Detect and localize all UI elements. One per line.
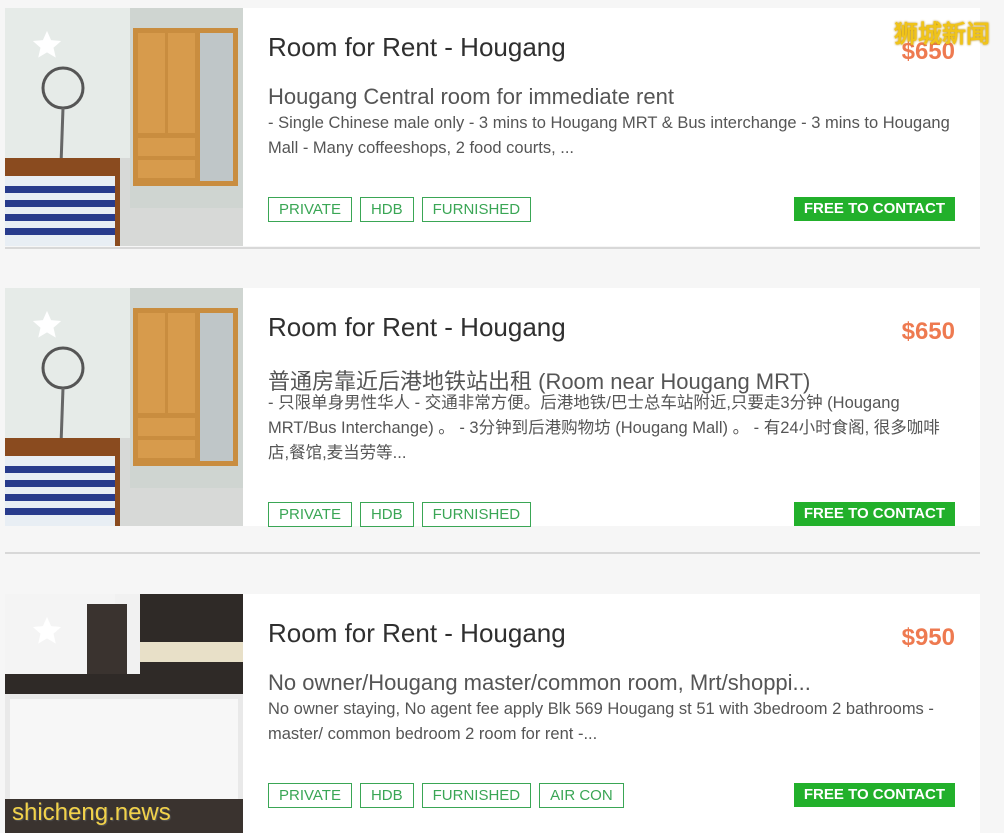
tag-private: PRIVATE [268, 502, 352, 527]
listing-card-2[interactable]: Room for Rent - Hougang $650 普通房靠近后港地铁站出… [5, 288, 980, 527]
tag-private: PRIVATE [268, 783, 352, 808]
listing-tags: PRIVATE HDB FURNISHED AIR CON [268, 783, 624, 808]
tag-furnished: FURNISHED [421, 783, 532, 808]
listing-title[interactable]: Room for Rent - Hougang [268, 312, 566, 343]
tag-hdb: HDB [359, 197, 414, 222]
tag-private: PRIVATE [268, 197, 352, 222]
listing-subtitle: Hougang Central room for immediate rent [268, 84, 674, 109]
listing-photo[interactable] [5, 8, 243, 246]
tag-hdb: HDB [359, 502, 414, 527]
tag-furnished: FURNISHED [421, 197, 532, 222]
tag-hdb: HDB [359, 783, 414, 808]
tag-air-con: AIR CON [539, 783, 624, 808]
listing-description: - Single Chinese male only - 3 mins to H… [268, 114, 950, 157]
listing-tags: PRIVATE HDB FURNISHED [268, 197, 532, 222]
listing-photo[interactable] [5, 594, 243, 833]
watermark-top-right: 狮城新闻 [894, 21, 990, 48]
watermark-bottom-left: shicheng.news [12, 799, 171, 826]
listing-divider [5, 552, 980, 554]
listing-price: $950 [901, 624, 955, 651]
listing-divider [5, 247, 980, 249]
listing-subtitle: No owner/Hougang master/common room, Mrt… [268, 670, 811, 695]
listing-title[interactable]: Room for Rent - Hougang [268, 618, 566, 649]
listing-photo[interactable] [5, 288, 243, 526]
listing-card-3[interactable]: Room for Rent - Hougang $950 No owner/Ho… [5, 594, 980, 833]
listing-description: No owner staying, No agent fee apply Blk… [268, 700, 934, 743]
free-to-contact-button[interactable]: FREE TO CONTACT [793, 783, 955, 807]
star-icon[interactable] [30, 28, 64, 62]
free-to-contact-button[interactable]: FREE TO CONTACT [793, 197, 955, 221]
star-icon[interactable] [30, 614, 64, 648]
tag-furnished: FURNISHED [421, 502, 532, 527]
listing-description: - 只限单身男性华人 - 交通非常方便。后港地铁/巴士总车站附近,只要走3分钟 … [268, 394, 940, 462]
listing-tags: PRIVATE HDB FURNISHED [268, 502, 532, 527]
listing-price: $650 [901, 318, 955, 345]
free-to-contact-button[interactable]: FREE TO CONTACT [793, 502, 955, 526]
listing-card-1[interactable]: Room for Rent - Hougang $650 Hougang Cen… [5, 8, 980, 246]
listing-title[interactable]: Room for Rent - Hougang [268, 32, 566, 63]
star-icon[interactable] [30, 308, 64, 342]
